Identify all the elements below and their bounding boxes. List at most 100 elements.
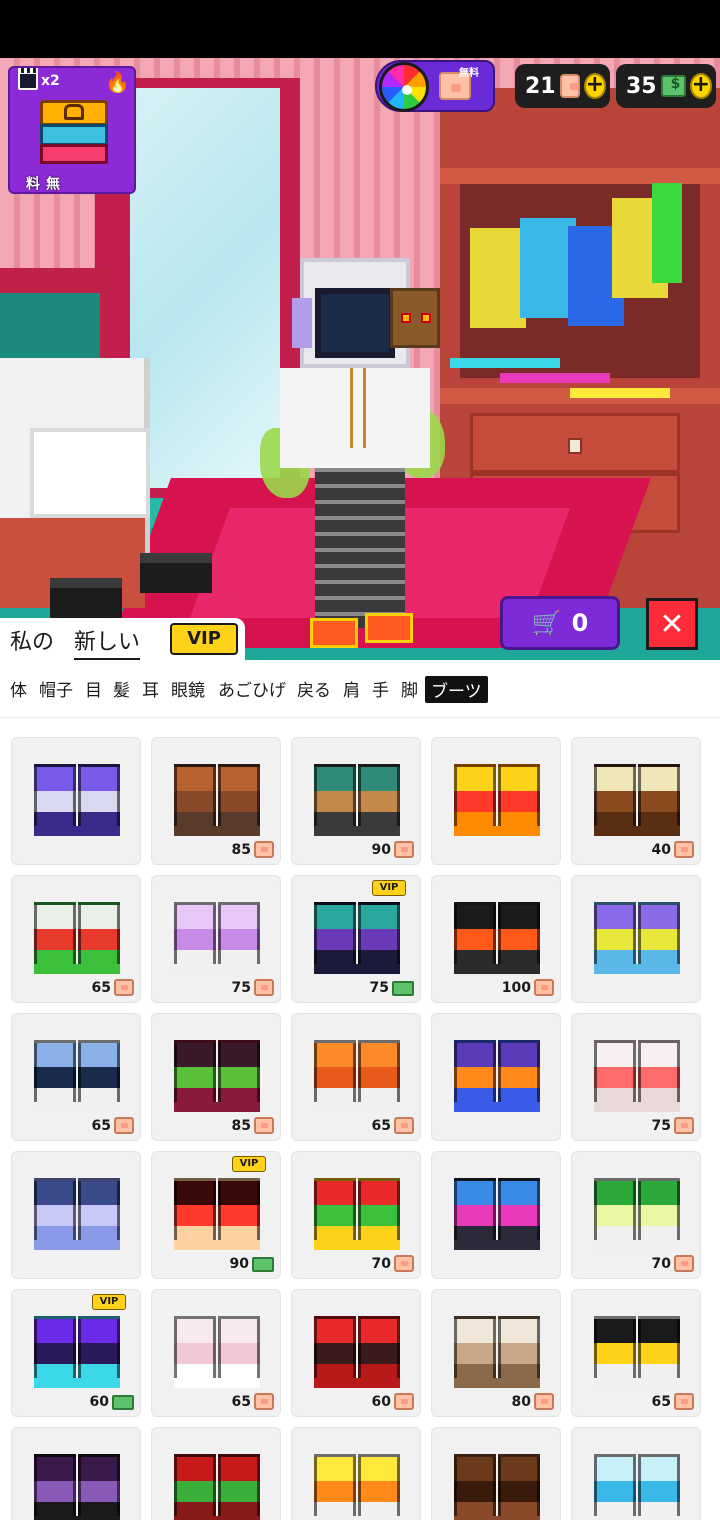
boot-item-card[interactable]: 80 xyxy=(431,1289,561,1417)
price-value: 85 xyxy=(231,841,251,858)
wheel-free-label: 無料 xyxy=(459,68,479,79)
boot-item-card[interactable] xyxy=(431,1013,561,1141)
character-necklace xyxy=(350,368,366,448)
category-tab[interactable]: 体 xyxy=(10,676,27,701)
close-button[interactable]: ✕ xyxy=(646,598,698,650)
category-tab[interactable]: 耳 xyxy=(142,676,159,701)
boot-item-card[interactable] xyxy=(11,1151,141,1279)
boot-icon xyxy=(34,902,120,974)
boot-item-card[interactable]: 75 xyxy=(151,875,281,1003)
hanging-shirt xyxy=(652,183,682,283)
category-tab[interactable]: 肩 xyxy=(343,676,360,701)
boot-icon xyxy=(34,764,120,836)
boot-item-card[interactable] xyxy=(151,1427,281,1520)
pig-currency-counter[interactable]: 21 + xyxy=(515,64,610,108)
price-value: 100 xyxy=(501,979,531,996)
boot-item-card[interactable]: VIP 90 xyxy=(151,1151,281,1279)
tab-mine[interactable]: 私の xyxy=(10,624,54,656)
boot-icon xyxy=(314,1178,400,1250)
category-bar xyxy=(0,662,720,718)
category-tab[interactable]: 眼鏡 xyxy=(171,676,205,701)
boot-item-card[interactable]: VIP 60 xyxy=(11,1289,141,1417)
boot-item-card[interactable]: 65 xyxy=(11,1013,141,1141)
cart-button[interactable]: 🛒 0 xyxy=(500,596,620,650)
boot-item-card[interactable]: 90 xyxy=(291,737,421,865)
category-tab[interactable]: 戻る xyxy=(297,676,331,701)
boot-icon xyxy=(594,1454,680,1520)
price-value: 70 xyxy=(371,1255,391,1272)
free-chest-button[interactable]: x2 🔥 無料 xyxy=(8,66,136,194)
category-tab[interactable]: 脚 xyxy=(401,676,418,701)
category-tab[interactable]: ブーツ xyxy=(425,676,488,703)
boot-icon xyxy=(314,1040,400,1112)
boot-item-card[interactable] xyxy=(11,737,141,865)
item-price: 65 xyxy=(372,1117,414,1134)
boot-item-card[interactable]: 70 xyxy=(571,1151,701,1279)
add-pig-currency-button[interactable]: + xyxy=(583,73,606,99)
vip-badge: VIP xyxy=(92,1294,126,1310)
boot-item-card[interactable] xyxy=(11,1427,141,1520)
chest-free-label: 無料 xyxy=(24,176,60,190)
pig-icon xyxy=(674,841,694,858)
boot-item-card[interactable]: 65 xyxy=(571,1289,701,1417)
character-boot-right xyxy=(365,613,413,643)
boot-item-card[interactable]: 100 xyxy=(431,875,561,1003)
category-tab[interactable]: 髪 xyxy=(113,676,130,701)
pig-icon xyxy=(674,1393,694,1410)
boot-icon xyxy=(594,1040,680,1112)
pig-icon xyxy=(254,1117,274,1134)
pig-icon xyxy=(254,979,274,996)
helmet-visor xyxy=(315,288,395,358)
boot-item-card[interactable]: 40 xyxy=(571,737,701,865)
category-tab[interactable]: 帽子 xyxy=(39,676,73,701)
boot-item-card[interactable]: 85 xyxy=(151,737,281,865)
pig-icon xyxy=(534,979,554,996)
character-mask xyxy=(390,288,440,348)
boot-item-card[interactable]: 75 xyxy=(571,1013,701,1141)
cart-icon: 🛒 xyxy=(531,609,562,637)
item-price: 100 xyxy=(502,979,554,996)
tab-vip[interactable]: VIP xyxy=(170,623,238,655)
cash-currency-counter[interactable]: 35 + xyxy=(616,64,716,108)
boot-item-card[interactable]: VIP 75 xyxy=(291,875,421,1003)
boot-item-card[interactable] xyxy=(431,737,561,865)
boot-icon xyxy=(174,1454,260,1520)
video-ad-icon xyxy=(18,68,38,90)
boot-item-card[interactable] xyxy=(291,1427,421,1520)
pig-icon xyxy=(394,841,414,858)
status-bar xyxy=(0,0,720,58)
boot-item-card[interactable]: 60 xyxy=(291,1289,421,1417)
pig-icon xyxy=(534,1393,554,1410)
category-tab[interactable]: 目 xyxy=(85,676,102,701)
price-value: 65 xyxy=(91,979,111,996)
tab-new[interactable]: 新しい xyxy=(74,624,141,660)
lucky-wheel-button[interactable]: 無料 xyxy=(375,60,495,112)
add-cash-button[interactable]: + xyxy=(689,73,712,99)
boot-item-card[interactable] xyxy=(431,1151,561,1279)
player-character[interactable] xyxy=(260,258,450,658)
window-glass xyxy=(130,88,280,488)
price-value: 75 xyxy=(651,1117,671,1134)
boot-icon xyxy=(454,1040,540,1112)
boot-icon xyxy=(174,1178,260,1250)
boot-icon xyxy=(314,1454,400,1520)
boot-item-card[interactable]: 65 xyxy=(151,1289,281,1417)
boot-icon xyxy=(34,1178,120,1250)
folded-clothes xyxy=(570,388,670,398)
item-price: 85 xyxy=(232,1117,274,1134)
category-tab[interactable]: あごひげ xyxy=(218,676,286,701)
category-tab[interactable]: 手 xyxy=(372,676,389,701)
boot-item-card[interactable]: 85 xyxy=(151,1013,281,1141)
wheel-icon xyxy=(379,62,429,112)
boot-item-card[interactable]: 70 xyxy=(291,1151,421,1279)
price-value: 90 xyxy=(229,1256,249,1272)
boot-icon xyxy=(34,1040,120,1112)
item-price: 75 xyxy=(232,979,274,996)
boot-item-card[interactable] xyxy=(571,1427,701,1520)
item-price: 60 xyxy=(372,1393,414,1410)
boot-item-card[interactable]: 65 xyxy=(291,1013,421,1141)
item-price: 75 xyxy=(370,980,414,996)
boot-item-card[interactable] xyxy=(431,1427,561,1520)
boot-item-card[interactable] xyxy=(571,875,701,1003)
boot-item-card[interactable]: 65 xyxy=(11,875,141,1003)
